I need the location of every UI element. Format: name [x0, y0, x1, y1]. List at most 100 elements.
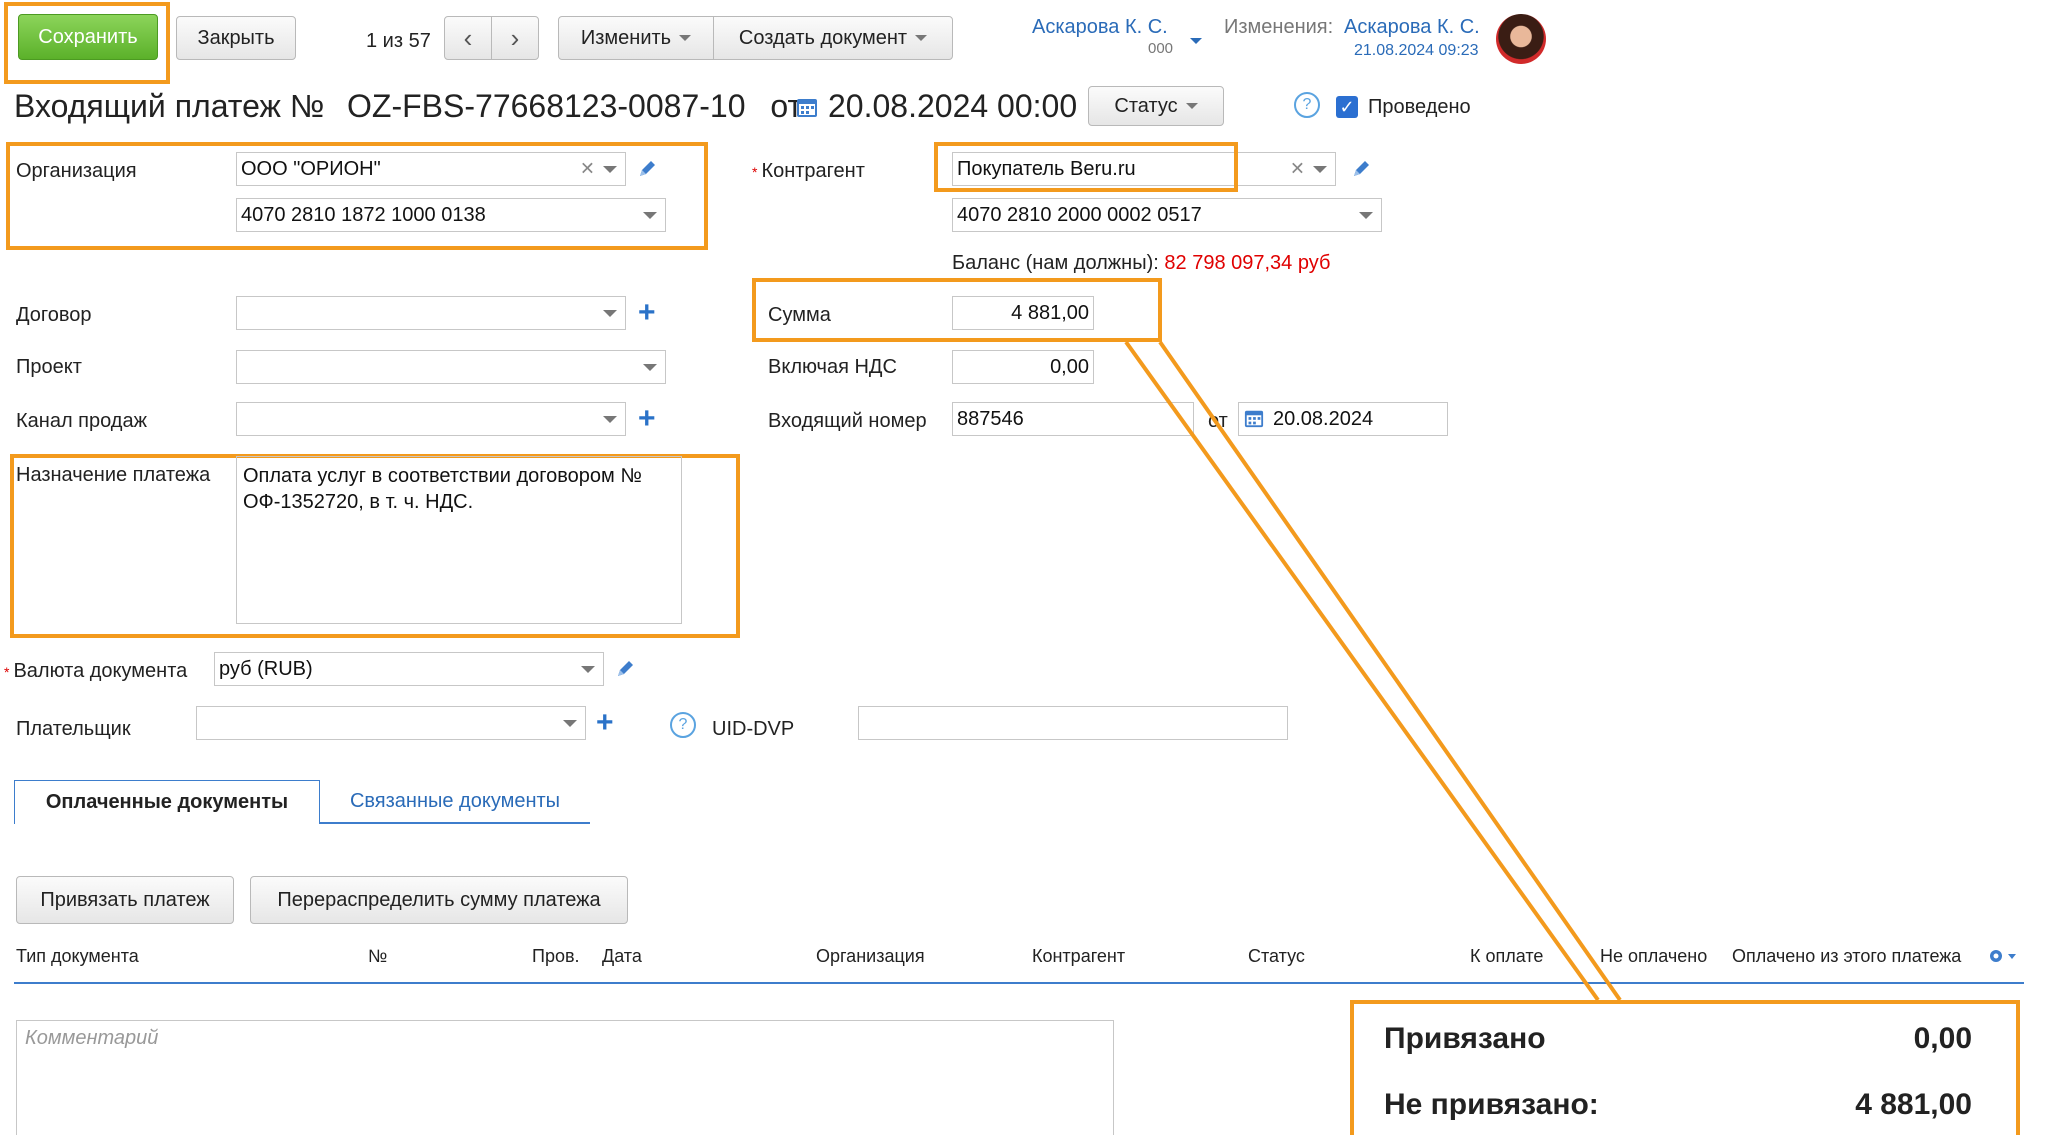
- counterparty-account-value: 4070 2810 2000 0002 0517: [957, 203, 1202, 226]
- purpose-textarea[interactable]: Оплата услуг в соответствии договором № …: [236, 456, 682, 624]
- org-label: Организация: [16, 160, 137, 182]
- incoming-date-value: 20.08.2024: [1273, 407, 1374, 430]
- title-text: Входящий платеж №: [14, 88, 325, 124]
- chevron-down-icon: [1185, 103, 1198, 109]
- uid-help-icon[interactable]: ?: [670, 712, 696, 738]
- clear-icon[interactable]: ✕: [580, 159, 595, 180]
- user-sub: 000: [1148, 40, 1174, 57]
- chevron-down-icon[interactable]: [581, 666, 595, 673]
- currency-label: * Валюта документа: [4, 660, 188, 682]
- edit-currency-icon[interactable]: [614, 658, 636, 680]
- chevron-left-icon: ‹: [463, 22, 473, 53]
- help-icon[interactable]: ?: [1294, 92, 1320, 118]
- col-status[interactable]: Статус: [1248, 946, 1305, 967]
- chevron-down-icon[interactable]: [603, 416, 617, 423]
- org-select[interactable]: ООО "ОРИОН" ✕: [236, 152, 626, 186]
- purpose-label: Назначение платежа: [16, 464, 211, 486]
- sum-input[interactable]: 4 881,00: [952, 296, 1094, 330]
- contract-select[interactable]: [236, 296, 626, 330]
- user-chevron-icon[interactable]: [1190, 38, 1202, 44]
- counterparty-label: * Контрагент: [752, 160, 865, 182]
- sum-label: Сумма: [768, 304, 831, 326]
- incoming-number-label: Входящий номер: [768, 410, 927, 432]
- add-payer-icon[interactable]: +: [596, 708, 614, 738]
- create-document-button[interactable]: Создать документ: [713, 16, 953, 60]
- bound-value: 0,00: [1913, 1022, 1972, 1055]
- balance-label: Баланс (нам должны):: [952, 252, 1159, 274]
- col-to-pay[interactable]: К оплате: [1470, 946, 1543, 967]
- posted-label: Проведено: [1368, 96, 1471, 118]
- chevron-down-icon[interactable]: [603, 166, 617, 173]
- chevron-down-icon[interactable]: [563, 720, 577, 727]
- comment-placeholder: Комментарий: [25, 1027, 159, 1049]
- gear-icon[interactable]: [1988, 948, 2018, 964]
- edit-counterparty-icon[interactable]: [1350, 158, 1372, 180]
- chevron-down-icon: [679, 35, 692, 41]
- chevron-down-icon[interactable]: [1359, 212, 1373, 219]
- comment-textarea[interactable]: Комментарий: [16, 1020, 1114, 1135]
- org-account-value: 4070 2810 1872 1000 0138: [241, 203, 486, 226]
- user-name[interactable]: Аскарова К. С.: [1032, 16, 1168, 39]
- bound-label: Привязано: [1384, 1022, 1546, 1055]
- unbound-label: Не привязано:: [1384, 1088, 1599, 1121]
- col-paid-from-this[interactable]: Оплачено из этого платежа: [1732, 946, 1961, 967]
- posted-checkbox[interactable]: ✓: [1336, 96, 1358, 118]
- change-label: Изменить: [580, 26, 672, 49]
- channel-select[interactable]: [236, 402, 626, 436]
- col-posted[interactable]: Пров.: [532, 946, 580, 967]
- col-date[interactable]: Дата: [602, 946, 642, 967]
- chevron-down-icon[interactable]: [643, 212, 657, 219]
- status-label: Статус: [1114, 94, 1178, 117]
- col-doc-type[interactable]: Тип документа: [16, 946, 139, 967]
- prev-button[interactable]: ‹: [444, 16, 492, 60]
- document-date[interactable]: 20.08.2024 00:00: [828, 88, 1077, 125]
- status-button[interactable]: Статус: [1088, 86, 1224, 126]
- calendar-icon[interactable]: [796, 96, 818, 118]
- changes-label: Изменения:: [1224, 16, 1334, 38]
- add-contract-icon[interactable]: +: [638, 298, 656, 328]
- payer-label: Плательщик: [16, 718, 131, 740]
- unbound-value: 4 881,00: [1855, 1088, 1972, 1121]
- tab-paid-label: Оплаченные документы: [45, 791, 289, 813]
- redistribute-button[interactable]: Перераспределить сумму платежа: [250, 876, 628, 924]
- currency-select[interactable]: руб (RUB): [214, 652, 604, 686]
- col-unpaid[interactable]: Не оплачено: [1600, 946, 1707, 967]
- incoming-number-input[interactable]: 887546: [952, 402, 1194, 436]
- vat-input[interactable]: 0,00: [952, 350, 1094, 384]
- col-organization[interactable]: Организация: [816, 946, 925, 967]
- chevron-down-icon[interactable]: [1313, 166, 1327, 173]
- avatar[interactable]: [1496, 14, 1546, 64]
- changes-user[interactable]: Аскарова К. С.: [1344, 16, 1480, 39]
- col-counterparty[interactable]: Контрагент: [1032, 946, 1125, 967]
- edit-org-icon[interactable]: [636, 158, 658, 180]
- channel-label: Канал продаж: [16, 410, 147, 432]
- counterparty-account-select[interactable]: 4070 2810 2000 0002 0517: [952, 198, 1382, 232]
- org-value: ООО "ОРИОН": [241, 157, 381, 180]
- counterparty-highlight: [934, 142, 1238, 192]
- incoming-date-input[interactable]: 20.08.2024: [1238, 402, 1448, 436]
- clear-icon[interactable]: ✕: [1290, 159, 1305, 180]
- tab-linked-documents[interactable]: Связанные документы: [320, 780, 590, 824]
- chevron-down-icon: [915, 35, 928, 41]
- org-account-select[interactable]: 4070 2810 1872 1000 0138: [236, 198, 666, 232]
- add-channel-icon[interactable]: +: [638, 404, 656, 434]
- change-menu-button[interactable]: Изменить: [558, 16, 714, 60]
- close-button[interactable]: Закрыть: [176, 16, 296, 60]
- create-doc-label: Создать документ: [738, 26, 908, 49]
- page-title: Входящий платеж № OZ-FBS-77668123-0087-1…: [14, 88, 802, 125]
- tab-paid-documents[interactable]: Оплаченные документы: [14, 780, 320, 824]
- uid-input[interactable]: [858, 706, 1288, 740]
- project-label: Проект: [16, 356, 82, 378]
- payer-select[interactable]: [196, 706, 586, 740]
- calendar-icon[interactable]: [1244, 408, 1264, 428]
- col-number[interactable]: №: [368, 946, 387, 967]
- chevron-down-icon[interactable]: [603, 310, 617, 317]
- project-select[interactable]: [236, 350, 666, 384]
- chevron-down-icon[interactable]: [643, 364, 657, 371]
- bind-payment-button[interactable]: Привязать платеж: [16, 876, 234, 924]
- uid-label: UID-DVP: [712, 718, 795, 740]
- tab-linked-label: Связанные документы: [349, 789, 561, 812]
- next-button[interactable]: ›: [491, 16, 539, 60]
- sum-value: 4 881,00: [1011, 301, 1089, 324]
- contract-label: Договор: [16, 304, 92, 326]
